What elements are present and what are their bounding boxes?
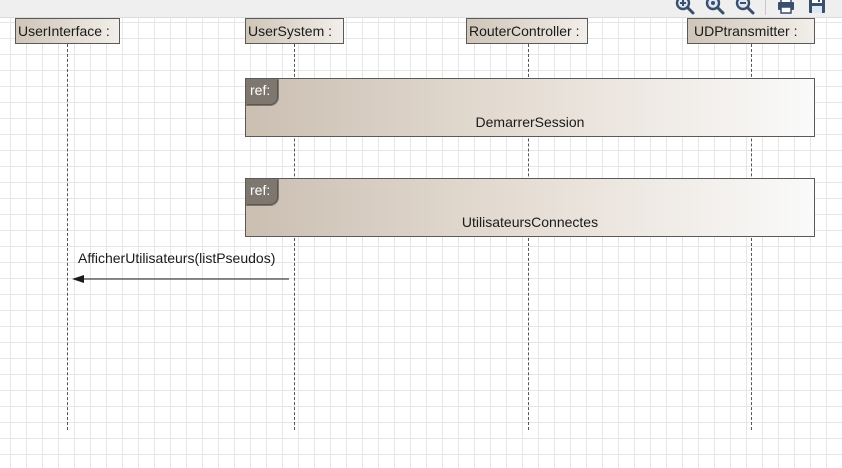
message-arrow[interactable] xyxy=(0,0,842,468)
